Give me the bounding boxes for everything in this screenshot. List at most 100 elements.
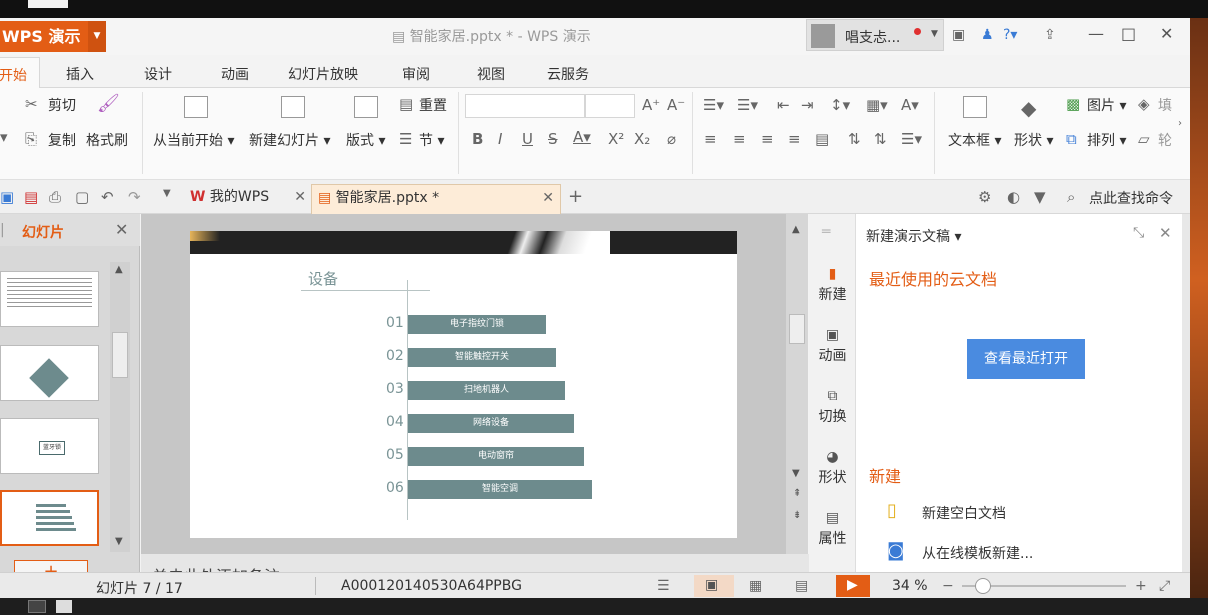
maximize-icon[interactable]: □ (1121, 24, 1136, 43)
task-pane-title[interactable]: 新建演示文稿 ▾ (866, 226, 961, 246)
font-name-combo[interactable] (465, 94, 585, 118)
bullets-icon[interactable]: ☰▾ (703, 96, 724, 114)
menu-insert[interactable]: 插入 (66, 64, 94, 84)
tool-icon-3[interactable]: ▼ (1034, 188, 1046, 206)
normal-view-button[interactable]: ▣ (694, 575, 734, 597)
redo-icon[interactable]: ↷ (128, 188, 141, 206)
from-current-button[interactable]: 从当前开始 ▾ (153, 130, 234, 150)
sidebar-item-properties[interactable]: ▤ 属性 (809, 510, 856, 548)
increase-indent-icon[interactable]: ⇥ (801, 96, 814, 114)
distribute-icon[interactable]: ▤ (815, 130, 829, 148)
print-preview-icon[interactable]: ▢ (75, 188, 89, 206)
user-dropdown-icon[interactable]: ▼ (931, 29, 938, 39)
text-direction-icon[interactable]: A▾ (901, 96, 919, 114)
slide-thumbnail[interactable]: 蓝牙锁 (0, 418, 99, 474)
clear-format-icon[interactable]: ⌀ (667, 130, 676, 148)
skin-icon[interactable]: ▣ (952, 27, 965, 43)
online-template-link[interactable]: 从在线模板新建... (922, 543, 1033, 563)
notes-toggle-icon[interactable]: ☰ (657, 578, 670, 594)
fill-icon[interactable]: ◈ (1138, 95, 1150, 113)
italic-icon[interactable]: I (498, 130, 502, 148)
editor-scrollbar[interactable]: ▲ ▼ ⇞ ⇟ (786, 214, 808, 554)
slide-sorter-icon[interactable]: ▦ (749, 578, 762, 594)
scroll-thumb[interactable] (112, 332, 128, 378)
textbox-icon[interactable] (963, 96, 987, 118)
shape-button[interactable]: 形状 ▾ (1014, 130, 1053, 150)
search-icon[interactable]: ⌕ (1067, 188, 1075, 206)
outline-button[interactable]: 轮 (1158, 130, 1172, 150)
zoom-slider-handle[interactable] (975, 578, 991, 594)
menu-design[interactable]: 设计 (144, 64, 172, 84)
cut-button[interactable]: 剪切 (48, 95, 76, 115)
command-search-field[interactable]: 点此查找命令 (1089, 188, 1173, 208)
align-right-icon[interactable]: ≡ (761, 130, 774, 148)
zoom-out-icon[interactable]: − (942, 578, 954, 594)
superscript-icon[interactable]: X² (608, 130, 624, 148)
prev-slide-icon[interactable]: ⇞ (793, 488, 801, 499)
reset-button[interactable]: 重置 (419, 95, 447, 115)
slides-scrollbar[interactable]: ▲ ▼ (110, 262, 130, 552)
menu-animation[interactable]: 动画 (221, 64, 249, 84)
picture-icon[interactable]: ▩ (1066, 95, 1080, 113)
editor-scroll-down-icon[interactable]: ▼ (792, 468, 800, 479)
sidebar-item-shapes[interactable]: ◕ 形状 (809, 449, 856, 487)
close-pane-icon[interactable]: ✕ (1159, 224, 1172, 242)
tool-icon-2[interactable]: ◐ (1007, 188, 1020, 206)
textbox-button[interactable]: 文本框 ▾ (948, 130, 1001, 150)
reset-icon[interactable]: ▤ (399, 95, 413, 113)
para-spacing-after-icon[interactable]: ⇅ (874, 130, 887, 148)
arrange-icon[interactable]: ⧉ (1066, 130, 1077, 148)
paste-arrow-icon[interactable]: ▾ (0, 128, 8, 146)
wps-app-button[interactable]: WPS 演示 ▼ (0, 21, 106, 52)
tab-slides[interactable]: 幻灯片 (22, 222, 64, 242)
play-from-current-icon[interactable] (184, 96, 208, 118)
play-slideshow-button[interactable]: ▶ (836, 575, 870, 597)
next-slide-icon[interactable]: ⇟ (793, 510, 801, 521)
copy-icon[interactable]: ⎘ (25, 130, 37, 148)
close-tab-my-wps-icon[interactable]: ✕ (294, 184, 306, 210)
layout-icon[interactable] (354, 96, 378, 118)
slide-thumbnail-current[interactable] (0, 490, 99, 546)
bold-icon[interactable]: B (472, 130, 483, 148)
minimize-icon[interactable]: — (1088, 24, 1104, 43)
zoom-level[interactable]: 34 % (892, 578, 928, 594)
pin-window-icon[interactable]: ⇪ (1044, 27, 1056, 43)
align-center-icon[interactable]: ≡ (733, 130, 746, 148)
grow-font-icon[interactable]: A⁺ (642, 96, 660, 114)
undo-icon[interactable]: ↶ (101, 188, 114, 206)
ribbon-scroll-right-icon[interactable]: › (1178, 118, 1182, 129)
scissors-icon[interactable]: ✂ (25, 95, 38, 113)
arrange-button[interactable]: 排列 ▾ (1087, 130, 1126, 150)
taskbar-app-icon[interactable] (56, 600, 72, 613)
view-recent-button[interactable]: 查看最近打开 (967, 339, 1085, 379)
zoom-in-icon[interactable]: + (1135, 578, 1147, 594)
close-icon[interactable]: ✕ (1160, 24, 1173, 43)
decrease-indent-icon[interactable]: ⇤ (777, 96, 790, 114)
text-align-icon[interactable]: ☰▾ (901, 130, 922, 148)
font-size-combo[interactable] (585, 94, 635, 118)
slide-canvas[interactable]: 设备 01 电子指纹门锁 02 智能触控开关 03 扫地机器人 04 网络设备 05 电动窗帘 06… (190, 231, 737, 538)
new-slide-button[interactable]: 新建幻灯片 ▾ (249, 130, 330, 150)
help-icon[interactable]: ?▾ (1003, 27, 1017, 43)
menu-cloud[interactable]: 云服务 (547, 64, 589, 84)
app-menu-arrow-icon[interactable]: ▼ (88, 21, 106, 52)
editor-scroll-thumb[interactable] (789, 314, 805, 344)
line-spacing-icon[interactable]: ↕▾ (830, 96, 850, 114)
editor-scroll-up-icon[interactable]: ▲ (792, 224, 800, 235)
sidebar-item-new[interactable]: ▮ 新建 (809, 266, 856, 304)
section-button[interactable]: 节 ▾ (419, 130, 444, 150)
sidebar-item-transition[interactable]: ⧉ 切换 (809, 388, 856, 426)
menu-review[interactable]: 审阅 (402, 64, 430, 84)
export-pdf-icon[interactable]: ▤ (24, 188, 38, 206)
new-blank-doc-link[interactable]: 新建空白文档 (922, 503, 1006, 523)
slide-thumbnail[interactable] (0, 271, 99, 327)
tool-icon-1[interactable]: ⚙ (978, 188, 991, 206)
user-account-button[interactable]: 唱支忐... ▼ (806, 19, 944, 51)
copy-button[interactable]: 复制 (48, 130, 76, 150)
para-spacing-before-icon[interactable]: ⇅ (848, 130, 861, 148)
reading-view-icon[interactable]: ▤ (795, 578, 808, 594)
close-tab-document-icon[interactable]: ✕ (542, 185, 554, 211)
numbering-icon[interactable]: ☰▾ (737, 96, 758, 114)
zoom-slider[interactable] (962, 578, 1126, 594)
font-color-icon[interactable]: A▾ (573, 128, 591, 146)
